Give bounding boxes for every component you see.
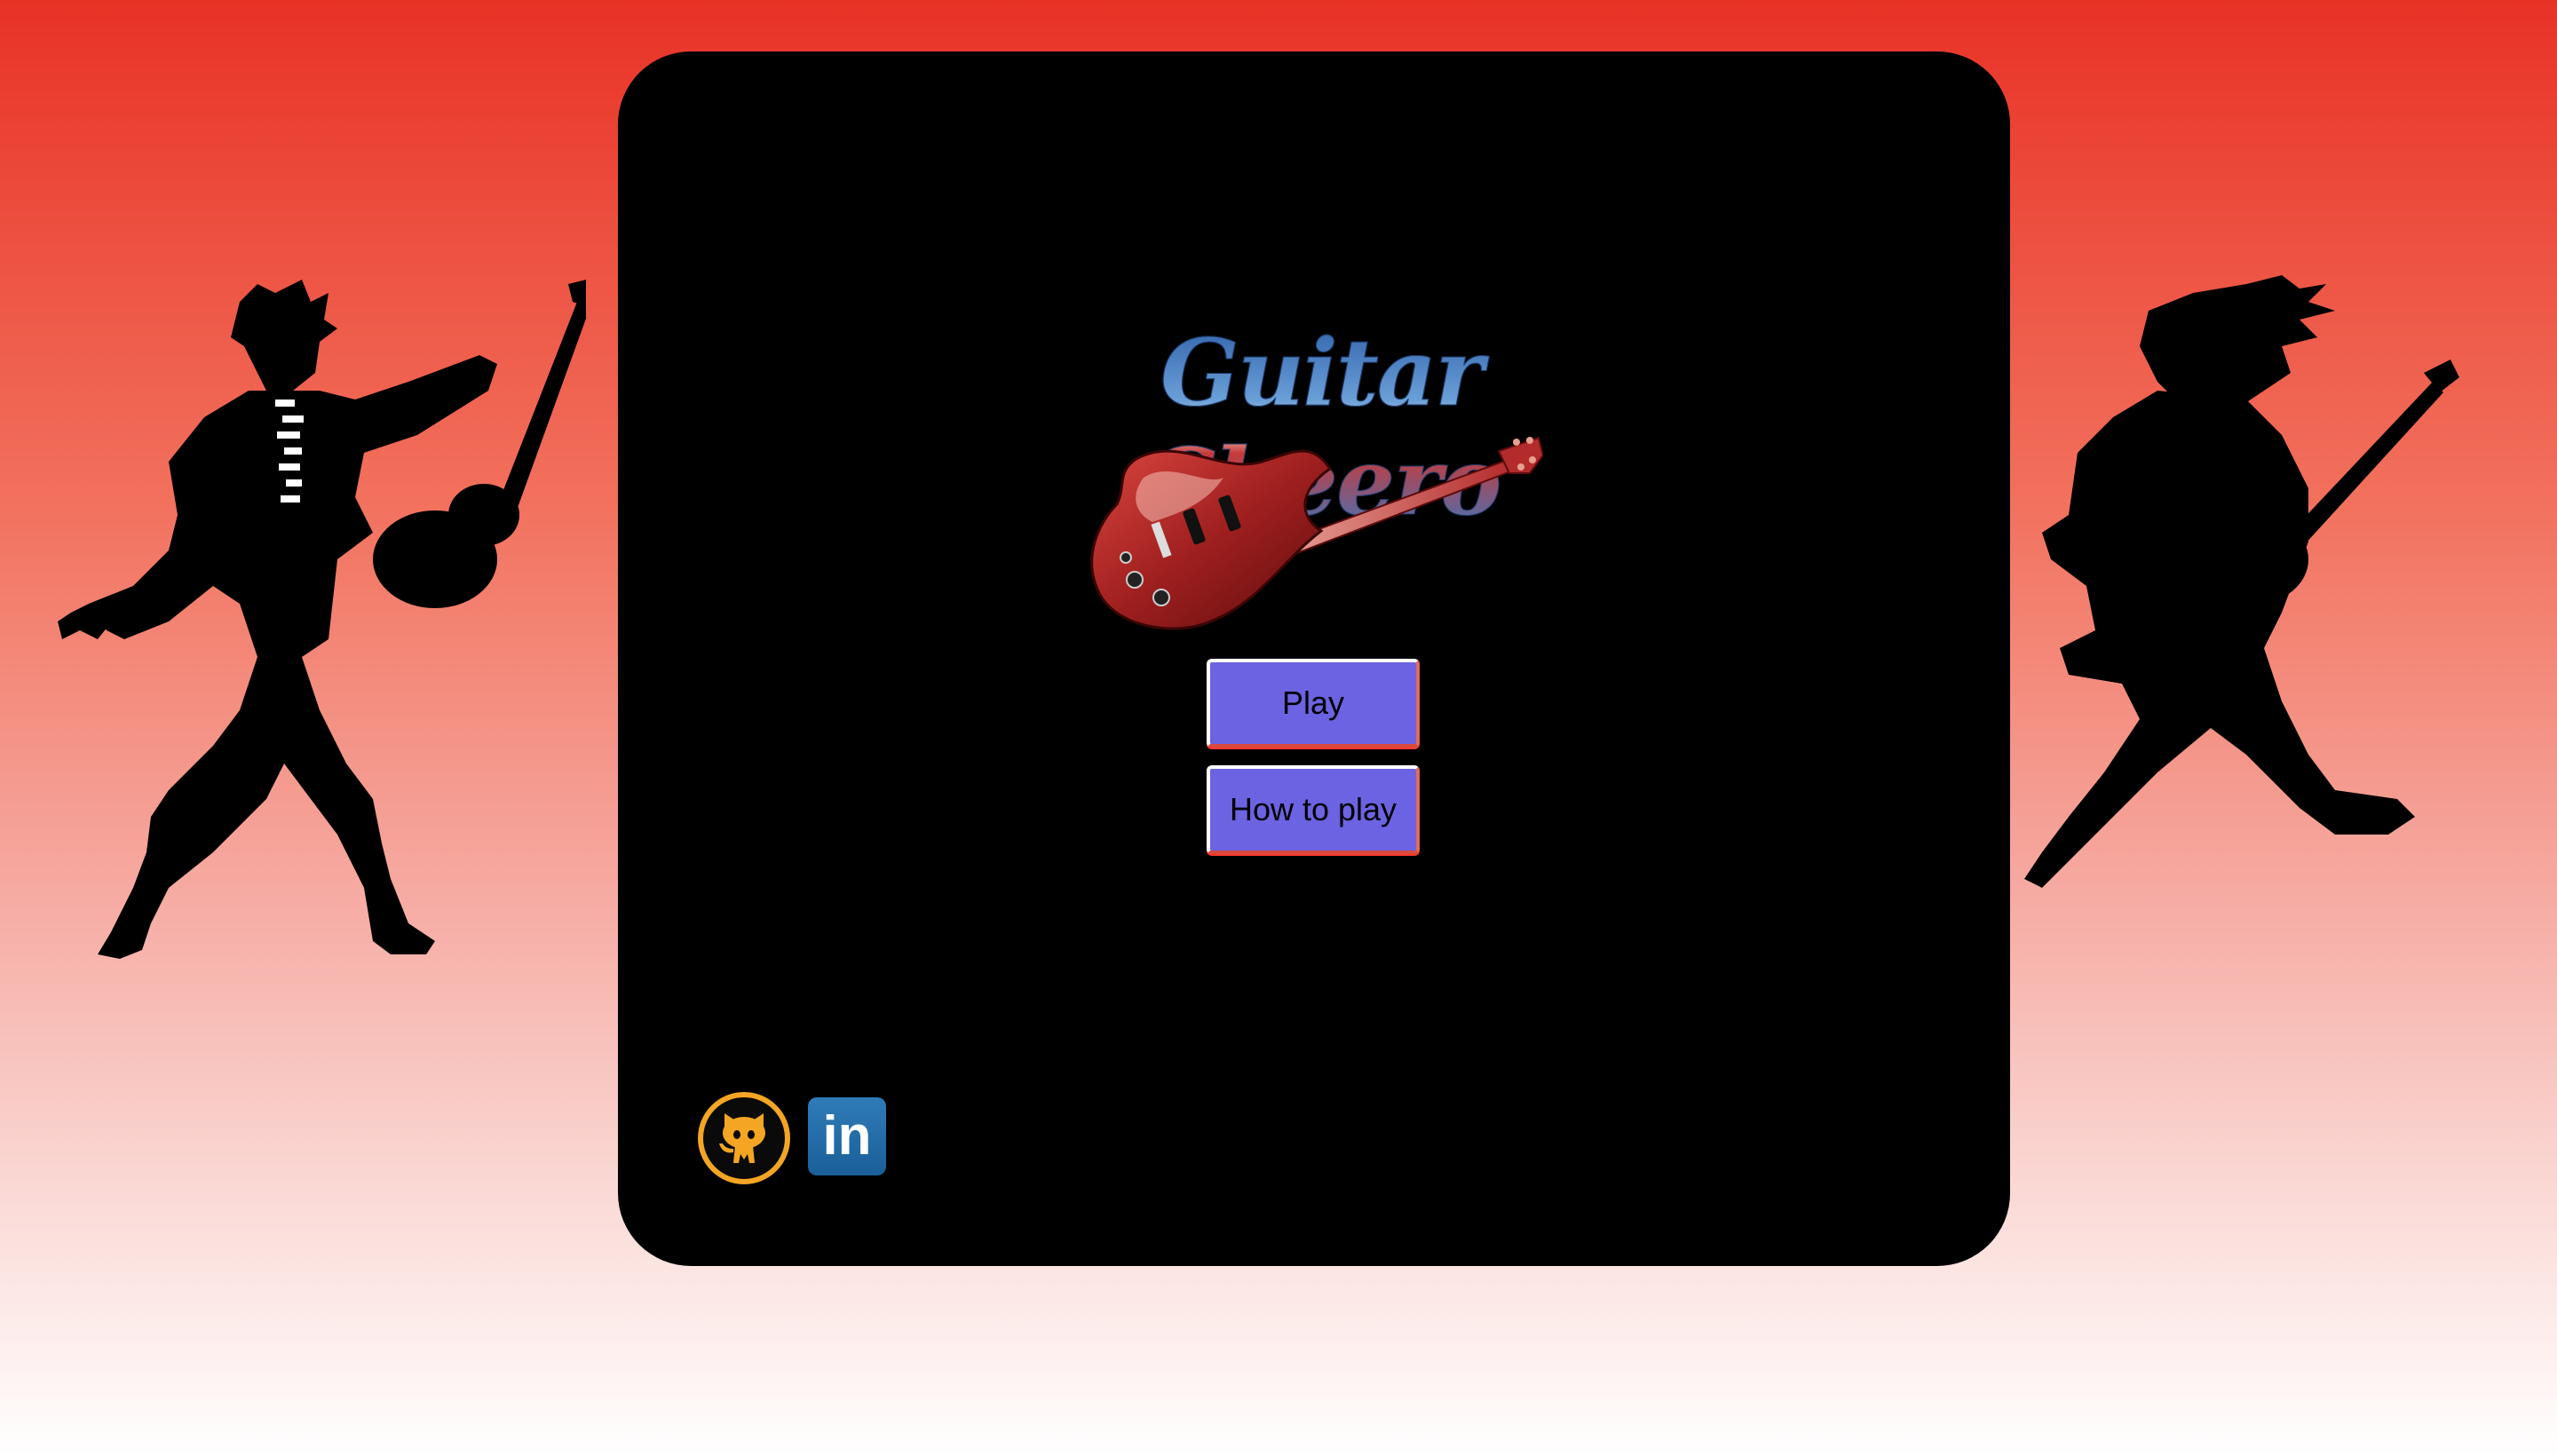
right-guitarist-silhouette — [2024, 275, 2459, 888]
left-guitarist-silhouette — [58, 280, 586, 959]
linkedin-icon: in — [822, 1105, 872, 1167]
github-octocat-icon — [719, 1113, 765, 1163]
play-button[interactable]: Play — [1207, 659, 1420, 748]
game-logo: Guitar Cheero — [1037, 318, 1605, 673]
linkedin-link[interactable]: in — [808, 1097, 886, 1175]
how-to-play-button[interactable]: How to play — [1207, 765, 1420, 854]
game-panel: Guitar Cheero Play How to play in — [618, 51, 2010, 1266]
github-link[interactable] — [698, 1092, 790, 1184]
electric-guitar-icon — [1090, 436, 1543, 630]
